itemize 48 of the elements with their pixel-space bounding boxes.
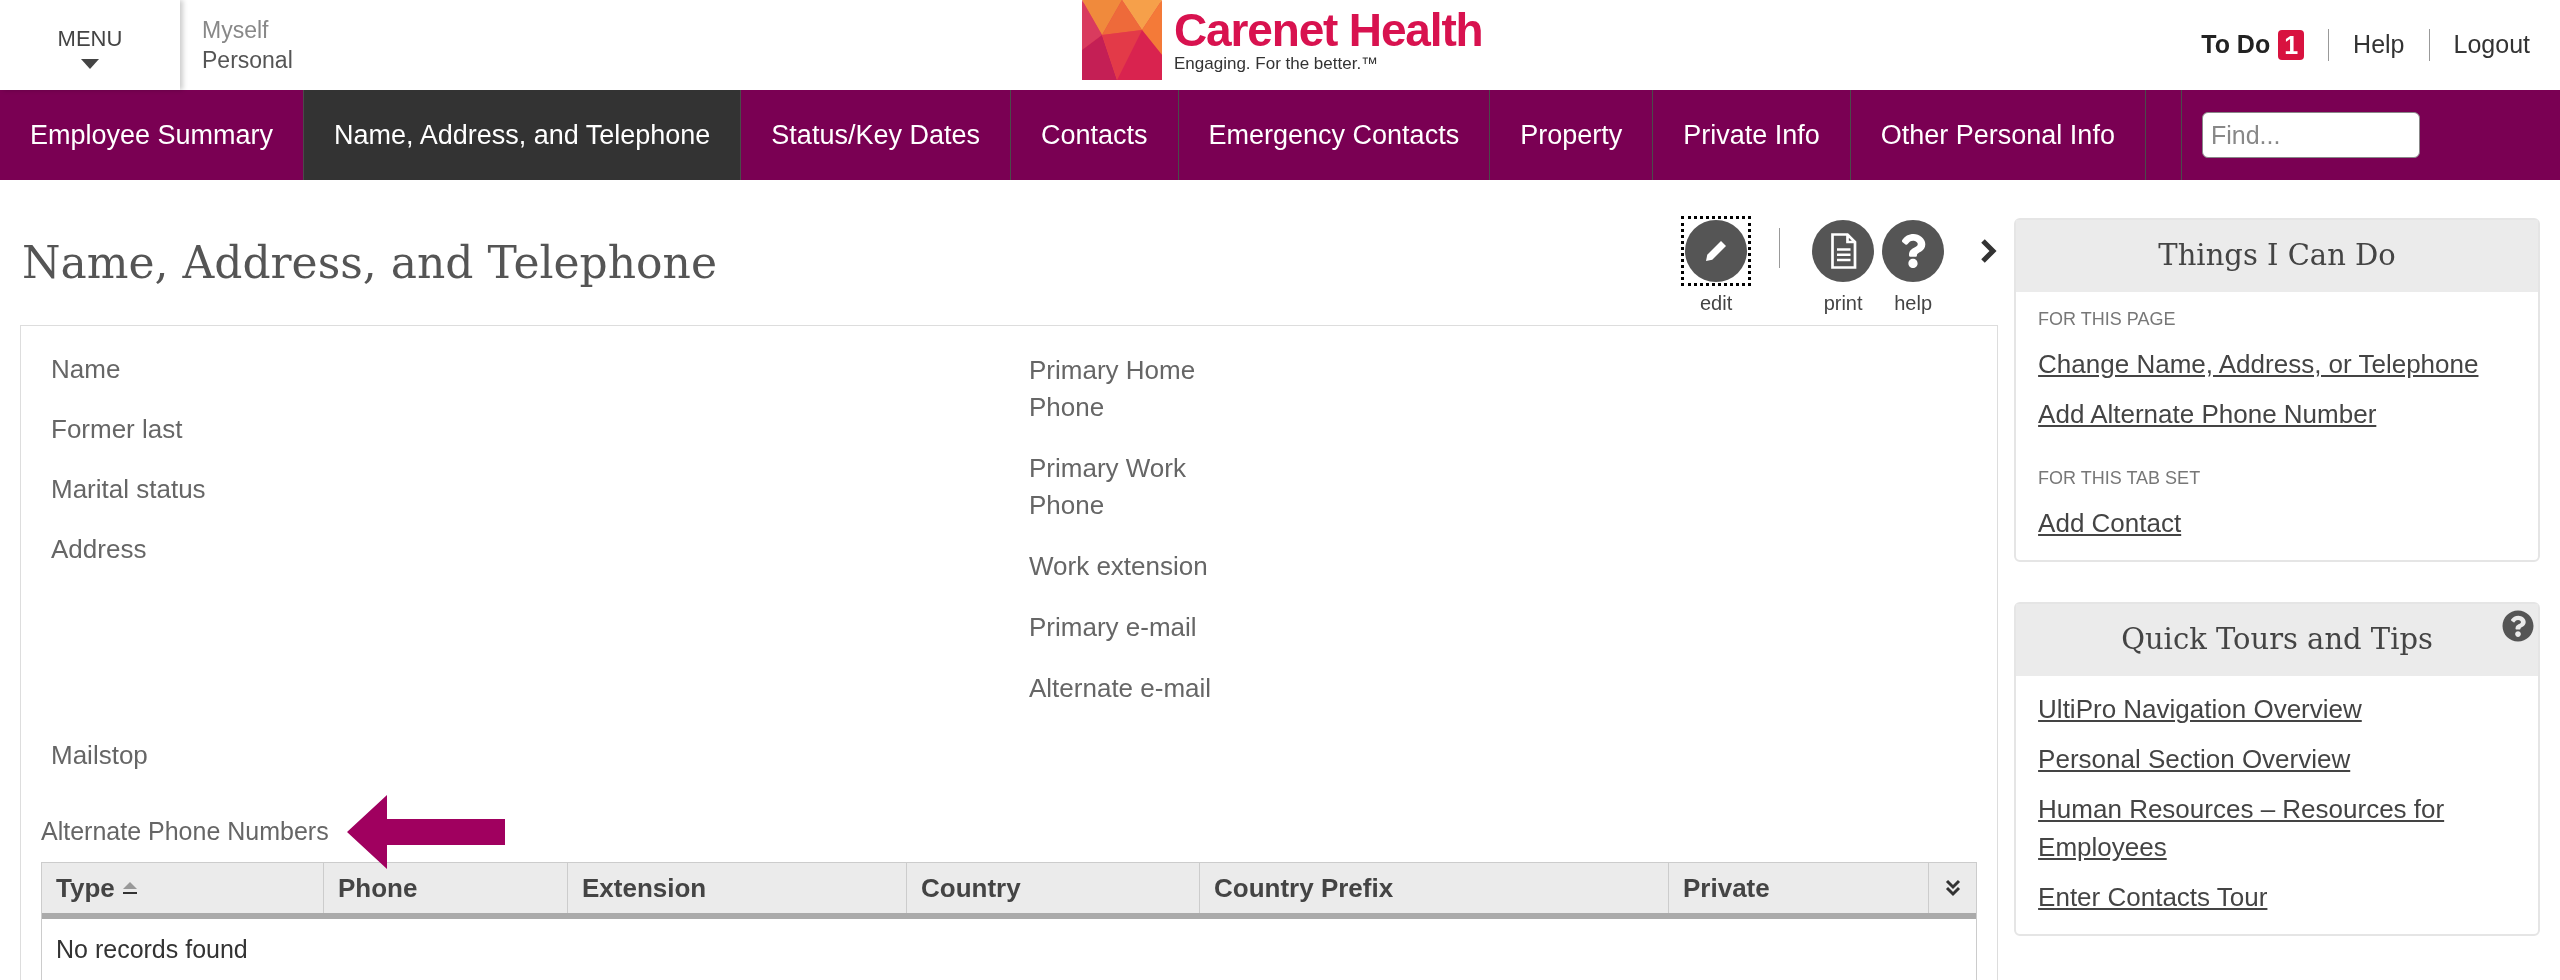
context-section: Myself [202, 15, 293, 45]
todo-count-badge: 1 [2278, 30, 2305, 60]
field-label: Primary Work Phone [1029, 452, 1187, 522]
double-chevron-down-icon[interactable] [1944, 879, 1961, 897]
sidebar-link[interactable]: Personal Section Overview [2038, 740, 2516, 778]
context-page: Personal [202, 46, 293, 75]
document-icon [1828, 233, 1859, 269]
logo-name: Carenet Health [1174, 6, 1483, 54]
empty-message: No records found [56, 934, 248, 966]
find-field[interactable]: Find... [2201, 112, 2420, 158]
sidebar-link[interactable]: Add Contact [2038, 504, 2516, 542]
column-header[interactable]: Country Prefix [1200, 863, 1669, 913]
field-label: Address [51, 533, 148, 566]
sidebar-link[interactable]: Human Resources – Resources for Employees [2038, 790, 2516, 866]
sidebar-link[interactable]: Enter Contacts Tour [2038, 878, 2516, 916]
page-title: Name, Address, and Telephone [22, 236, 717, 290]
column-header[interactable]: Private [1669, 863, 1929, 913]
section-label: FOR THIS TAB SET [2038, 467, 2202, 490]
sidebar-link[interactable]: UltiPro Navigation Overview [2038, 690, 2516, 728]
field-label: Mailstop [51, 739, 149, 772]
field-label: Alternate e-mail [1029, 672, 1213, 705]
header-link[interactable]: Help [2353, 26, 2405, 64]
column-header[interactable]: Country [907, 863, 1200, 913]
section-heading: Alternate Phone Numbers [41, 816, 329, 848]
sidebar-link[interactable]: Add Alternate Phone Number [2038, 395, 2516, 433]
chevron-right-icon[interactable] [1978, 238, 1999, 264]
column-header[interactable]: Type [42, 863, 324, 913]
field-label: Former last [51, 413, 184, 446]
caret-down-icon [81, 58, 99, 69]
nav-tab[interactable]: Name, Address, and Telephone [304, 90, 742, 180]
arrow-icon [346, 795, 505, 869]
field-label: Work extension [1029, 550, 1209, 583]
field-label: Name [51, 353, 122, 386]
panel-title: Quick Tours and Tips [2121, 621, 2433, 659]
help-icon[interactable] [2502, 610, 2534, 642]
column-header[interactable]: Extension [568, 863, 907, 913]
field-label: Marital status [51, 473, 207, 506]
panel-title: Things I Can Do [2158, 237, 2396, 275]
logo-tagline: Engaging. For the better.™ [1174, 54, 1380, 74]
logo-icon [1082, 0, 1162, 80]
field-label: Primary Home Phone [1029, 354, 1197, 424]
field-label: Primary e-mail [1029, 611, 1198, 644]
todo-label[interactable]: To Do [2201, 26, 2271, 64]
header-link[interactable]: Logout [2453, 26, 2530, 64]
section-label: FOR THIS PAGE [2038, 308, 2177, 331]
sidebar-link[interactable]: Change Name, Address, or Telephone [2038, 345, 2516, 383]
column-header[interactable]: Phone [324, 863, 568, 913]
menu-button[interactable]: MENU [0, 0, 180, 90]
